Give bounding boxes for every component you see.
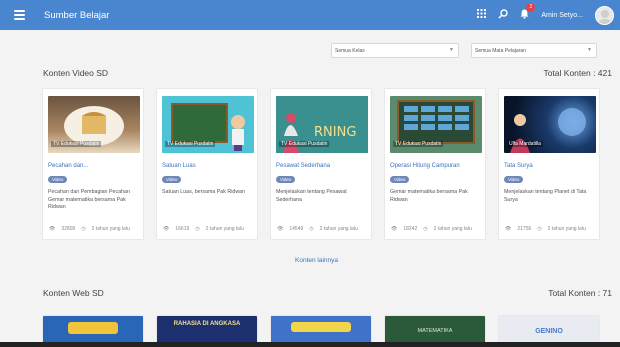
video-meta: 👁 32809 ◷ 2 tahun yang lalu — [49, 226, 130, 232]
view-count: 18242 — [403, 226, 418, 232]
video-meta: 👁 18242 ◷ 2 tahun yang lalu — [391, 226, 472, 232]
kelas-filter-select[interactable]: Semua Kelas ▼ — [331, 43, 459, 58]
video-title[interactable]: Operasi Hitung Campuran — [390, 163, 460, 169]
video-thumbnail[interactable]: RNING TV Edukasi Pusdatin — [276, 96, 368, 153]
mapel-filter-select[interactable]: Semua Mata Pelajaran ▼ — [471, 43, 597, 58]
upload-time: 2 tahun yang lalu — [433, 226, 472, 232]
web-section-title: Konten Web SD — [43, 288, 104, 298]
video-section-title: Konten Video SD — [43, 68, 109, 78]
grid-icon[interactable] — [477, 9, 487, 21]
clock-icon: ◷ — [195, 226, 200, 232]
view-count: 21756 — [517, 226, 532, 232]
video-description: Satuan Luas, bersama Pak Ridwan — [162, 189, 246, 195]
web-thumbnail-title: MATEMATIKA — [417, 328, 453, 334]
thumbnail-label: TV Edukasi Pusdatin — [51, 141, 102, 147]
eye-icon: 👁 — [277, 226, 284, 232]
video-meta: 👁 21756 ◷ 2 tahun yang lalu — [505, 226, 586, 232]
video-card[interactable]: TV Edukasi Pusdatin Pecahan dan... Video… — [42, 88, 144, 240]
more-content-link[interactable]: Konten lainnya — [295, 257, 338, 264]
video-thumbnail[interactable]: Ulfa Mardatilla — [504, 96, 596, 153]
eye-icon: 👁 — [163, 226, 170, 232]
video-title[interactable]: Tata Surya — [504, 163, 533, 169]
view-count: 32809 — [61, 226, 76, 232]
video-card[interactable]: TV Edukasi Pusdatin Satuan Luas Video Sa… — [156, 88, 258, 240]
video-card[interactable]: Ulfa Mardatilla Tata Surya Video Menjela… — [498, 88, 600, 240]
video-description: Menjelaskan tentang Planet di Tata Surya — [504, 189, 587, 203]
web-thumbnail[interactable] — [270, 315, 372, 345]
upload-time: 2 tahun yang lalu — [205, 226, 244, 232]
notification-badge: 2 — [526, 2, 536, 12]
web-card-list: RAHASIA DI ANGKASA MATEMATIKA GENINO — [42, 315, 600, 345]
video-section-total: Total Konten : 421 — [543, 68, 612, 78]
clock-icon: ◷ — [309, 226, 314, 232]
user-name[interactable]: Amin Setyo... — [541, 12, 583, 19]
video-title[interactable]: Pecahan dan... — [48, 163, 88, 169]
mapel-filter-value: Semua Mata Pelajaran — [475, 47, 526, 54]
search-icon[interactable] — [498, 8, 509, 22]
video-thumbnail[interactable]: TV Edukasi Pusdatin — [162, 96, 254, 153]
eye-icon: 👁 — [505, 226, 512, 232]
web-thumbnail[interactable]: GENINO — [498, 315, 600, 345]
video-card[interactable]: TV Edukasi Pusdatin Operasi Hitung Campu… — [384, 88, 486, 240]
view-count: 16619 — [175, 226, 190, 232]
video-description: Menjelaskan tentang Pesawat Sederhana — [276, 189, 347, 203]
chevron-down-icon: ▼ — [449, 47, 454, 53]
video-meta: 👁 16619 ◷ 2 tahun yang lalu — [163, 226, 244, 232]
video-badge: Video — [504, 176, 524, 183]
web-section-total: Total Konten : 71 — [548, 288, 612, 298]
video-badge: Video — [276, 176, 296, 183]
video-badge: Video — [48, 176, 68, 183]
video-thumbnail[interactable]: TV Edukasi Pusdatin — [390, 96, 482, 153]
web-thumbnail[interactable]: MATEMATIKA — [384, 315, 486, 345]
avatar[interactable] — [595, 5, 614, 25]
video-title[interactable]: Satuan Luas — [162, 163, 196, 169]
web-thumbnail[interactable]: RAHASIA DI ANGKASA — [156, 315, 258, 345]
kelas-filter-value: Semua Kelas — [335, 47, 365, 54]
video-description: Pecahan dan Pembagian Pecahan Gemar mate… — [48, 189, 130, 211]
upload-time: 2 tahun yang lalu — [91, 226, 130, 232]
video-description: Gemar matematika bersama Pak Ridwan — [390, 189, 468, 203]
video-title[interactable]: Pesawat Sederhana — [276, 163, 330, 169]
video-card[interactable]: RNING TV Edukasi Pusdatin Pesawat Sederh… — [270, 88, 372, 240]
chevron-down-icon: ▼ — [587, 47, 592, 53]
video-meta: 👁 14549 ◷ 2 tahun yang lalu — [277, 226, 358, 232]
svg-text:RNING: RNING — [314, 125, 356, 140]
upload-time: 2 tahun yang lalu — [547, 226, 586, 232]
web-thumbnail-title: GENINO — [535, 328, 563, 335]
video-badge: Video — [162, 176, 182, 183]
hamburger-menu-button[interactable] — [14, 10, 36, 20]
eye-icon: 👁 — [49, 226, 56, 232]
video-badge: Video — [390, 176, 410, 183]
eye-icon: 👁 — [391, 226, 398, 232]
thumbnail-label: TV Edukasi Pusdatin — [165, 141, 216, 147]
web-thumbnail[interactable] — [42, 315, 144, 345]
thumbnail-label: TV Edukasi Pusdatin — [393, 141, 444, 147]
thumbnail-label: TV Edukasi Pusdatin — [279, 141, 330, 147]
bell-icon[interactable]: 2 — [520, 2, 536, 22]
top-app-bar: Sumber Belajar 2 Amin Setyo... — [0, 0, 620, 30]
app-title: Sumber Belajar — [44, 9, 110, 21]
bottom-edge — [0, 342, 620, 347]
video-thumbnail[interactable]: TV Edukasi Pusdatin — [48, 96, 140, 153]
clock-icon: ◷ — [537, 226, 542, 232]
thumbnail-label: Ulfa Mardatilla — [507, 141, 543, 147]
clock-icon: ◷ — [81, 226, 86, 232]
view-count: 14549 — [289, 226, 304, 232]
web-thumbnail-title: RAHASIA DI ANGKASA — [173, 321, 241, 327]
video-card-list: TV Edukasi Pusdatin Pecahan dan... Video… — [42, 88, 600, 240]
clock-icon: ◷ — [423, 226, 428, 232]
upload-time: 2 tahun yang lalu — [319, 226, 358, 232]
